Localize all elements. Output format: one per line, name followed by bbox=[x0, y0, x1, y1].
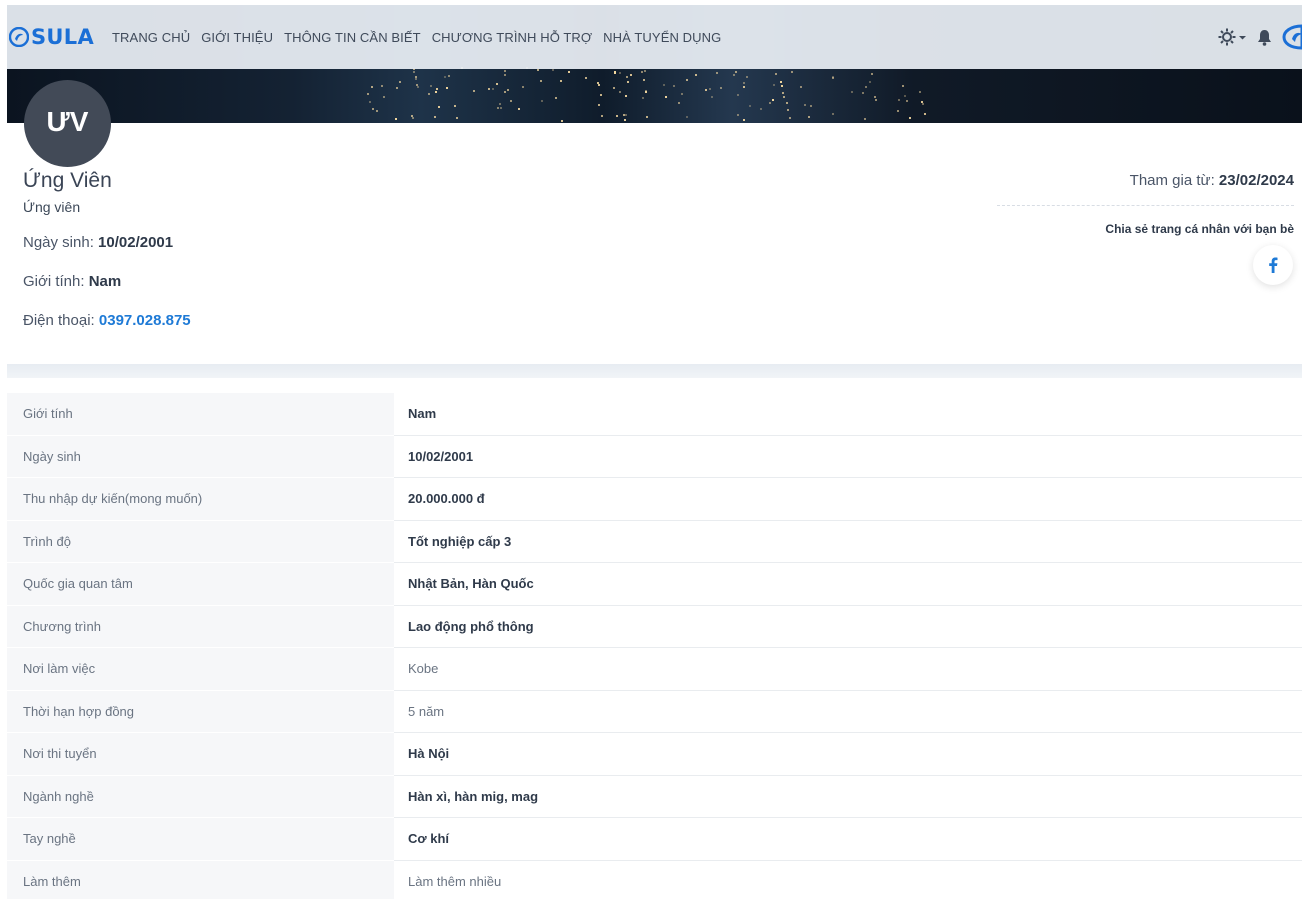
user-logo-icon bbox=[1282, 24, 1302, 50]
user-menu-button[interactable] bbox=[1282, 24, 1302, 50]
table-row: Trình độ Tốt nghiệp cấp 3 bbox=[7, 520, 1302, 563]
share-text: Chia sẻ trang cá nhân với bạn bè bbox=[1105, 222, 1294, 236]
profile-name: Ứng Viên bbox=[23, 169, 112, 192]
nav-item-about[interactable]: GIỚI THIỆU bbox=[201, 30, 273, 45]
row-label: Thời hạn hợp đồng bbox=[7, 690, 394, 733]
row-label: Chương trình bbox=[7, 605, 394, 648]
theme-toggle-button[interactable] bbox=[1218, 28, 1247, 46]
navbar: SULA TRANG CHỦ GIỚI THIỆU THÔNG TIN CẦN … bbox=[7, 5, 1302, 69]
divider bbox=[997, 205, 1294, 206]
avatar: ƯV bbox=[24, 80, 111, 167]
dob-value: 10/02/2001 bbox=[98, 234, 174, 251]
row-label: Nơi thi tuyển bbox=[7, 733, 394, 776]
brand-logo[interactable]: SULA bbox=[9, 25, 94, 49]
row-value: Cơ khí bbox=[394, 818, 1302, 861]
chevron-down-icon bbox=[1239, 35, 1246, 39]
dob-label: Ngày sinh: bbox=[23, 234, 99, 251]
nav-item-info[interactable]: THÔNG TIN CẦN BIẾT bbox=[284, 30, 421, 45]
bell-icon bbox=[1258, 29, 1271, 46]
table-row: Quốc gia quan tâm Nhật Bản, Hàn Quốc bbox=[7, 563, 1302, 606]
row-value: Hàn xì, hàn mig, mag bbox=[394, 776, 1302, 818]
row-value: Kobe bbox=[394, 648, 1302, 691]
row-label: Thu nhập dự kiến(mong muốn) bbox=[7, 478, 394, 521]
nav-item-home[interactable]: TRANG CHỦ bbox=[112, 30, 190, 45]
navbar-actions bbox=[1208, 5, 1302, 69]
profile-phone: Điện thoại: 0397.028.875 bbox=[23, 312, 191, 329]
settings-icon bbox=[1218, 28, 1236, 46]
nav-item-employers[interactable]: NHÀ TUYỂN DỤNG bbox=[603, 30, 721, 45]
table-row: Ngày sinh 10/02/2001 bbox=[7, 435, 1302, 478]
notifications-button[interactable] bbox=[1257, 29, 1272, 46]
row-label: Giới tính bbox=[7, 393, 394, 436]
profile-dob: Ngày sinh: 10/02/2001 bbox=[23, 234, 173, 251]
table-row: Thời hạn hợp đồng 5 năm bbox=[7, 690, 1302, 733]
facebook-icon bbox=[1269, 257, 1278, 273]
row-value: 5 năm bbox=[394, 691, 1302, 733]
profile-role: Ứng viên bbox=[23, 199, 81, 215]
row-label: Tay nghề bbox=[7, 818, 394, 861]
row-label: Trình độ bbox=[7, 520, 394, 563]
nav-item-support-programs[interactable]: CHƯƠNG TRÌNH HỖ TRỢ bbox=[432, 30, 592, 45]
row-value: Tốt nghiệp cấp 3 bbox=[394, 521, 1302, 563]
profile-gender: Giới tính: Nam bbox=[23, 273, 121, 290]
brand-name: SULA bbox=[31, 25, 95, 49]
row-value: Nhật Bản, Hàn Quốc bbox=[394, 563, 1302, 606]
table-row: Nơi thi tuyển Hà Nội bbox=[7, 733, 1302, 776]
joined-date: Tham gia từ: 23/02/2024 bbox=[1130, 172, 1294, 189]
table-row: Thu nhập dự kiến(mong muốn) 20.000.000 đ bbox=[7, 478, 1302, 521]
row-value: 10/02/2001 bbox=[394, 436, 1302, 478]
row-value: Hà Nội bbox=[394, 733, 1302, 776]
table-row: Tay nghề Cơ khí bbox=[7, 818, 1302, 861]
joined-label: Tham gia từ: bbox=[1129, 172, 1219, 189]
row-label: Ngành nghề bbox=[7, 775, 394, 818]
row-label: Ngày sinh bbox=[7, 435, 394, 478]
gender-label: Giới tính: bbox=[23, 273, 89, 290]
sula-logo-icon bbox=[9, 27, 29, 47]
row-value: Làm thêm nhiều bbox=[394, 861, 1302, 899]
table-row: Giới tính Nam bbox=[7, 393, 1302, 436]
table-row: Ngành nghề Hàn xì, hàn mig, mag bbox=[7, 775, 1302, 818]
row-value: 20.000.000 đ bbox=[394, 478, 1302, 521]
facebook-share-button[interactable] bbox=[1253, 245, 1293, 285]
table-row: Chương trình Lao động phổ thông bbox=[7, 605, 1302, 648]
row-value: Nam bbox=[394, 393, 1302, 436]
phone-label: Điện thoại: bbox=[23, 312, 99, 329]
gender-value: Nam bbox=[88, 273, 122, 290]
row-label: Làm thêm bbox=[7, 860, 394, 899]
details-table: Giới tính Nam Ngày sinh 10/02/2001 Thu nhậ… bbox=[7, 393, 1302, 899]
cover-image: SULA TRANG CHỦ GIỚI THIỆU THÔNG TIN CẦN … bbox=[7, 5, 1302, 123]
row-value: Lao động phổ thông bbox=[394, 606, 1302, 648]
row-label: Nơi làm việc bbox=[7, 648, 394, 691]
table-row: Làm thêm Làm thêm nhiều bbox=[7, 860, 1302, 899]
phone-link[interactable]: 0397.028.875 bbox=[99, 312, 191, 329]
row-label: Quốc gia quan tâm bbox=[7, 563, 394, 606]
joined-value: 23/02/2024 bbox=[1218, 172, 1294, 189]
section-separator bbox=[7, 364, 1302, 378]
table-row: Nơi làm việc Kobe bbox=[7, 648, 1302, 691]
